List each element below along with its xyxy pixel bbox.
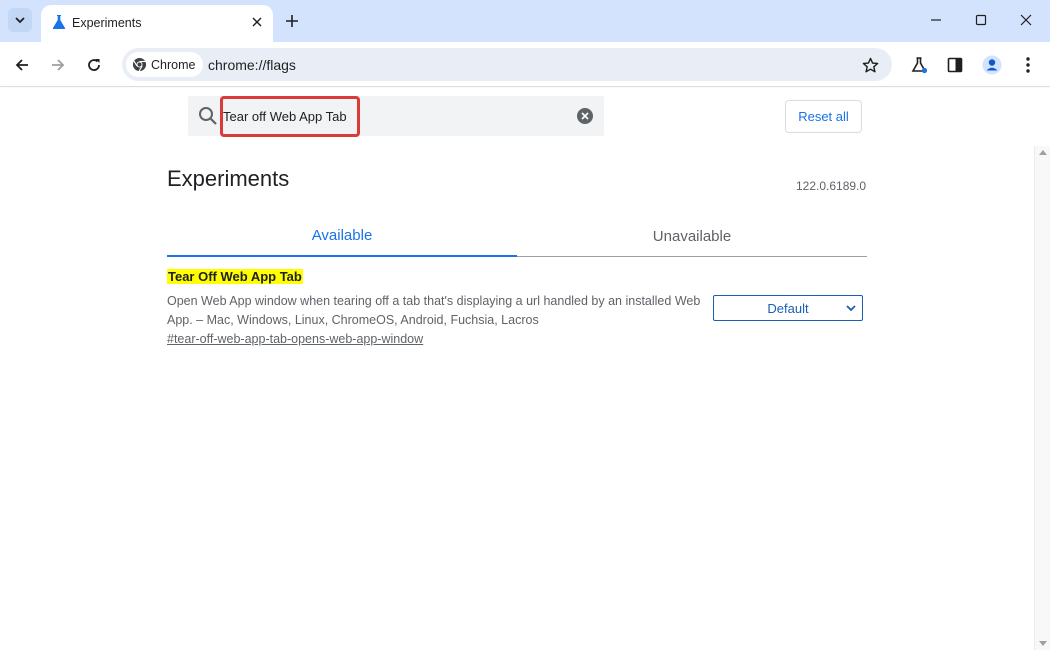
plus-icon	[286, 15, 298, 27]
flask-icon	[52, 15, 66, 29]
back-button[interactable]	[8, 51, 36, 79]
tab-search-button[interactable]	[8, 8, 32, 32]
minimize-button[interactable]	[913, 0, 959, 40]
vertical-scrollbar[interactable]	[1034, 146, 1050, 650]
chrome-logo-icon	[132, 57, 147, 72]
flag-permalink[interactable]: #tear-off-web-app-tab-opens-web-app-wind…	[167, 332, 423, 346]
avatar-icon	[982, 55, 1002, 75]
tab-experiments[interactable]: Experiments	[41, 5, 273, 42]
flag-state-select[interactable]: Default	[713, 295, 863, 321]
site-info-label: Chrome	[151, 57, 196, 72]
url-text[interactable]: chrome://flags	[208, 57, 296, 73]
close-icon	[1020, 14, 1032, 26]
site-info-chip[interactable]: Chrome	[126, 52, 204, 77]
clear-search-icon[interactable]	[577, 108, 593, 124]
scroll-down-arrow[interactable]	[1039, 641, 1047, 646]
flags-content: Experiments 122.0.6189.0 Available Unava…	[0, 146, 1034, 650]
version-label: 122.0.6189.0	[796, 179, 867, 193]
side-panel-icon	[947, 57, 963, 73]
browser-toolbar: Chrome chrome://flags	[0, 42, 1050, 87]
close-icon	[252, 17, 262, 27]
page-title: Experiments	[167, 166, 290, 191]
more-vertical-icon	[1026, 57, 1030, 73]
star-icon	[862, 57, 878, 72]
flags-search-input[interactable]	[223, 106, 513, 126]
flag-select-value: Default	[767, 300, 809, 316]
scroll-up-arrow[interactable]	[1039, 150, 1047, 155]
tab-unavailable[interactable]: Unavailable	[517, 216, 867, 256]
profile-button[interactable]	[979, 52, 1005, 78]
menu-button[interactable]	[1015, 52, 1041, 78]
tab-title: Experiments	[72, 16, 142, 30]
flag-description: Open Web App window when tearing off a t…	[167, 294, 701, 327]
tab-close-button[interactable]	[247, 12, 267, 32]
arrow-right-icon	[52, 59, 65, 71]
arrow-left-icon	[15, 59, 28, 71]
flags-tabs: Available Unavailable	[167, 216, 867, 257]
side-panel-button[interactable]	[942, 52, 968, 78]
tab-available[interactable]: Available	[167, 216, 517, 257]
maximize-button[interactable]	[958, 0, 1004, 40]
chevron-down-icon	[846, 305, 856, 312]
address-bar[interactable]: Chrome chrome://flags	[122, 48, 892, 81]
labs-button[interactable]	[906, 52, 932, 78]
forward-button[interactable]	[44, 51, 72, 79]
flags-header: Reset all	[0, 88, 1050, 146]
close-window-button[interactable]	[1003, 0, 1049, 40]
reset-all-button[interactable]: Reset all	[785, 100, 862, 133]
maximize-icon	[975, 14, 987, 26]
flask-icon	[911, 57, 928, 74]
flag-name: Tear Off Web App Tab	[167, 269, 303, 284]
bookmark-button[interactable]	[860, 55, 880, 75]
new-tab-button[interactable]	[280, 9, 304, 33]
tab-strip: Experiments	[0, 0, 1050, 42]
chevron-down-icon	[15, 17, 25, 24]
flags-search-box	[188, 96, 604, 136]
reload-icon	[88, 59, 100, 71]
reload-button[interactable]	[80, 51, 108, 79]
minimize-icon	[931, 19, 941, 21]
search-icon	[199, 107, 217, 125]
